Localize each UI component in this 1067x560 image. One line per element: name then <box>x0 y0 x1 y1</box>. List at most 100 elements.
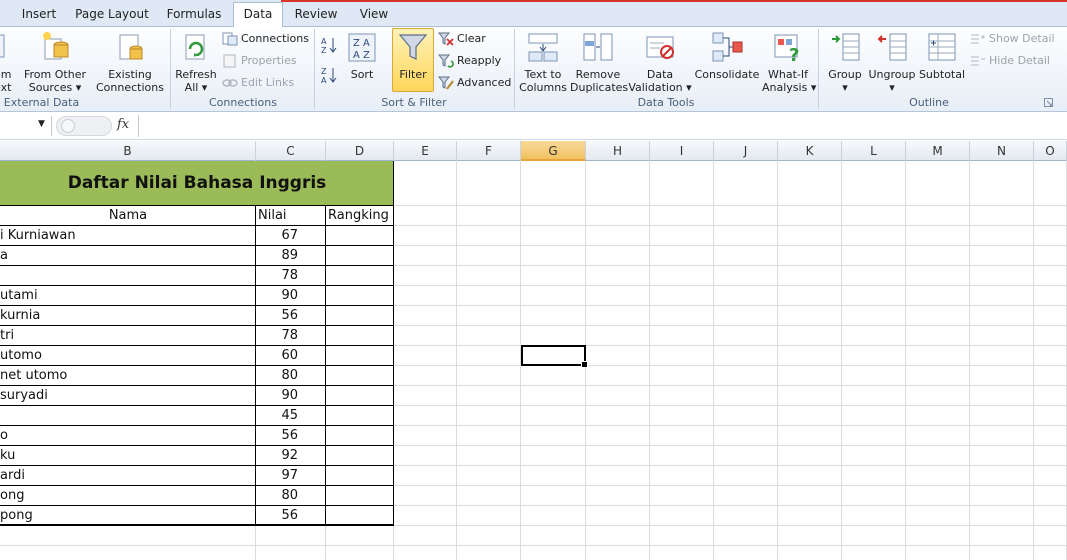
header-rangking[interactable]: Rangking <box>328 206 394 226</box>
row-name[interactable] <box>0 266 256 286</box>
remove-duplicates-button[interactable]: Remove Duplicates <box>570 31 628 94</box>
column-header-o[interactable]: O <box>1034 141 1067 161</box>
active-cell-cursor[interactable] <box>521 345 588 368</box>
row-score[interactable]: 90 <box>256 286 326 306</box>
row-rank[interactable] <box>326 246 394 266</box>
tab-review[interactable]: Review <box>290 5 342 27</box>
tab-view[interactable]: View <box>352 5 396 27</box>
sort-z-to-a-button[interactable]: ZA <box>320 65 341 87</box>
row-name[interactable]: a <box>0 246 256 266</box>
row-score[interactable]: 67 <box>256 226 326 246</box>
row-score[interactable]: 89 <box>256 246 326 266</box>
chevron-down-icon[interactable]: ▼ <box>38 119 45 129</box>
ungroup-button[interactable]: Ungroup ▾ <box>866 31 918 94</box>
from-web-button[interactable]: om ext <box>0 31 14 94</box>
row-score[interactable]: 78 <box>256 266 326 286</box>
row-rank[interactable] <box>326 446 394 466</box>
tab-formulas[interactable]: Formulas <box>162 5 226 27</box>
row-score[interactable]: 92 <box>256 446 326 466</box>
row-name[interactable]: utami <box>0 286 256 306</box>
show-detail-button[interactable]: Show Detail <box>970 30 1055 48</box>
column-header-b[interactable]: B <box>0 141 256 161</box>
worksheet-grid[interactable]: Daftar Nilai Bahasa Inggris Nama Nilai Ran… <box>0 161 1067 560</box>
row-name[interactable]: suryadi <box>0 386 256 406</box>
row-rank[interactable] <box>326 346 394 366</box>
header-nama[interactable]: Nama <box>0 206 256 226</box>
header-nilai[interactable]: Nilai <box>258 206 326 226</box>
reapply-button[interactable]: Reapply <box>437 52 501 70</box>
row-rank[interactable] <box>326 426 394 446</box>
expand-circle-icon[interactable] <box>61 119 75 133</box>
row-score[interactable]: 56 <box>256 426 326 446</box>
dialog-launcher-icon[interactable] <box>1044 98 1054 108</box>
row-rank[interactable] <box>326 286 394 306</box>
row-score[interactable]: 90 <box>256 386 326 406</box>
from-other-sources-button[interactable]: From Other Sources ▾ <box>22 31 88 94</box>
column-header-g[interactable]: G <box>521 141 586 161</box>
properties-button[interactable]: Properties <box>222 52 297 70</box>
row-rank[interactable] <box>326 486 394 506</box>
row-name[interactable]: tri <box>0 326 256 346</box>
what-if-analysis-button[interactable]: ? What-If Analysis ▾ <box>762 31 816 94</box>
sort-button[interactable]: ZAAZ Sort <box>344 31 380 81</box>
existing-connections-button[interactable]: Existing Connections <box>94 31 166 94</box>
row-rank[interactable] <box>326 326 394 346</box>
subtotal-button[interactable]: Subtotal <box>918 31 966 81</box>
row-rank[interactable] <box>326 406 394 426</box>
row-name[interactable]: i Kurniawan <box>0 226 256 246</box>
row-rank[interactable] <box>326 226 394 246</box>
column-header-j[interactable]: J <box>714 141 778 161</box>
name-box[interactable]: ▼ <box>0 116 52 136</box>
row-name[interactable] <box>0 406 256 426</box>
row-score[interactable]: 56 <box>256 506 326 526</box>
column-header-i[interactable]: I <box>650 141 714 161</box>
row-rank[interactable] <box>326 466 394 486</box>
edit-links-button[interactable]: Edit Links <box>222 74 294 92</box>
row-score[interactable]: 60 <box>256 346 326 366</box>
row-name[interactable]: kurnia <box>0 306 256 326</box>
column-header-k[interactable]: K <box>778 141 842 161</box>
column-header-e[interactable]: E <box>394 141 457 161</box>
column-header-f[interactable]: F <box>457 141 521 161</box>
row-score[interactable]: 78 <box>256 326 326 346</box>
column-header-n[interactable]: N <box>970 141 1034 161</box>
clear-filter-button[interactable]: Clear <box>437 30 486 48</box>
row-rank[interactable] <box>326 506 394 526</box>
formula-input[interactable] <box>138 115 1067 137</box>
sheet-title[interactable]: Daftar Nilai Bahasa Inggris <box>0 161 394 205</box>
row-name[interactable]: ong <box>0 486 256 506</box>
row-name[interactable]: o <box>0 426 256 446</box>
connections-button[interactable]: Connections <box>222 30 309 48</box>
column-header-m[interactable]: M <box>906 141 970 161</box>
column-header-c[interactable]: C <box>256 141 326 161</box>
data-validation-button[interactable]: Data Validation ▾ <box>628 31 692 94</box>
row-score[interactable]: 97 <box>256 466 326 486</box>
row-rank[interactable] <box>326 306 394 326</box>
column-header-h[interactable]: H <box>586 141 650 161</box>
row-score[interactable]: 80 <box>256 486 326 506</box>
row-score[interactable]: 80 <box>256 366 326 386</box>
column-header-d[interactable]: D <box>326 141 394 161</box>
tab-data[interactable]: Data <box>233 2 283 28</box>
row-name[interactable]: ardi <box>0 466 256 486</box>
row-rank[interactable] <box>326 266 394 286</box>
refresh-all-button[interactable]: Refresh All ▾ <box>174 31 218 94</box>
tab-insert[interactable]: Insert <box>14 5 64 27</box>
row-name[interactable]: ku <box>0 446 256 466</box>
row-name[interactable]: pong <box>0 506 256 526</box>
sort-a-to-z-button[interactable]: AZ <box>320 35 341 57</box>
consolidate-button[interactable]: Consolidate <box>694 31 760 81</box>
hide-detail-button[interactable]: Hide Detail <box>970 52 1050 70</box>
group-button[interactable]: Group ▾ <box>824 31 866 94</box>
insert-function-button[interactable]: fx <box>117 117 129 132</box>
column-header-l[interactable]: L <box>842 141 906 161</box>
tab-page-layout[interactable]: Page Layout <box>72 5 152 27</box>
row-name[interactable]: utomo <box>0 346 256 366</box>
text-to-columns-button[interactable]: Text to Columns <box>518 31 568 94</box>
row-score[interactable]: 45 <box>256 406 326 426</box>
row-rank[interactable] <box>326 386 394 406</box>
filter-button[interactable]: Filter <box>392 31 434 81</box>
row-score[interactable]: 56 <box>256 306 326 326</box>
advanced-filter-button[interactable]: Advanced <box>437 74 511 92</box>
row-rank[interactable] <box>326 366 394 386</box>
